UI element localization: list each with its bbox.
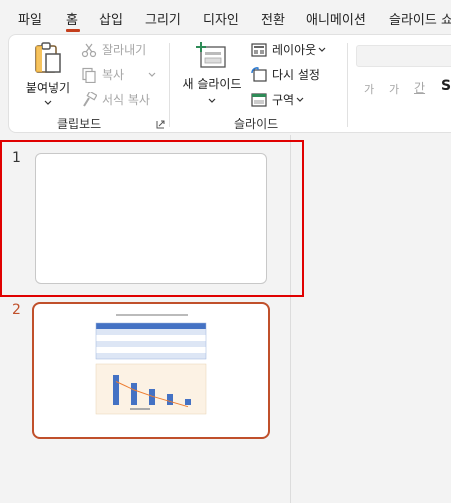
preview-bar [131, 383, 137, 405]
paste-label: 붙여넣기 [25, 81, 71, 95]
tab-transitions[interactable]: 전환 [261, 9, 285, 28]
slide-number: 2 [12, 302, 21, 318]
group-separator [169, 43, 170, 127]
tab-draw[interactable]: 그리기 [145, 9, 181, 28]
paste-button[interactable]: 붙여넣기 [23, 41, 73, 111]
format-painter-button[interactable]: 서식 복사 [81, 91, 150, 108]
preview-bar [167, 394, 173, 405]
section-button[interactable]: 구역 [251, 91, 304, 108]
preview-table-header [96, 323, 206, 329]
grow-font-button[interactable]: 가 [364, 81, 374, 97]
ganji-button[interactable]: 간 [414, 79, 425, 96]
reset-slide-icon [251, 66, 267, 82]
shrink-font-button[interactable]: 가 [389, 81, 399, 97]
tab-insert[interactable]: 삽입 [99, 9, 123, 28]
slide-thumbnail-2[interactable] [32, 302, 270, 439]
new-slide-icon [196, 42, 226, 68]
font-name-box[interactable] [356, 45, 451, 67]
group-separator [347, 43, 348, 127]
cut-button[interactable]: 잘라내기 [81, 41, 146, 58]
tab-design[interactable]: 디자인 [203, 9, 239, 28]
clipboard-group-label: 클립보드 [57, 117, 102, 131]
preview-table-row [96, 341, 206, 347]
chevron-down-icon [296, 97, 304, 102]
layout-button[interactable]: 레이아웃 [251, 41, 326, 58]
layout-icon [251, 42, 267, 57]
preview-table-row [96, 353, 206, 359]
new-slide-button[interactable]: 새 슬라이드 [177, 41, 247, 111]
slides-group-label: 슬라이드 [234, 117, 279, 131]
selection-highlight [0, 140, 304, 297]
copy-button[interactable]: 복사 [81, 66, 156, 83]
layout-label: 레이아웃 [272, 43, 317, 57]
ribbon: 붙여넣기 잘라내기 복사 서식 복사 클립보드 새 슬라이드 레이아웃 다시 설… [8, 34, 451, 133]
dialog-launcher-icon[interactable] [156, 120, 165, 129]
strikethrough-button[interactable]: S [441, 78, 451, 94]
preview-table-row [96, 335, 206, 341]
tab-slideshow[interactable]: 슬라이드 쇼 [389, 9, 451, 28]
section-label: 구역 [272, 93, 295, 107]
preview-table-row [96, 329, 206, 335]
copy-icon [82, 67, 96, 83]
preview-title [116, 314, 188, 316]
preview-bar [185, 399, 191, 405]
section-icon [251, 92, 267, 107]
menu-bar: 파일 홈 삽입 그리기 디자인 전환 애니메이션 슬라이드 쇼 [0, 0, 451, 34]
new-slide-label: 새 슬라이드 [182, 77, 242, 91]
tab-file[interactable]: 파일 [18, 9, 42, 28]
preview-chart-legend [130, 408, 150, 410]
chevron-down-icon [208, 98, 216, 103]
chevron-down-icon [44, 100, 52, 105]
preview-table-row [96, 347, 206, 353]
preview-bar [113, 375, 119, 405]
tab-animations[interactable]: 애니메이션 [306, 9, 366, 28]
active-tab-indicator [66, 29, 80, 32]
clipboard-paste-icon [35, 42, 61, 73]
reset-label: 다시 설정 [272, 68, 320, 82]
reset-button[interactable]: 다시 설정 [251, 66, 320, 83]
cut-label: 잘라내기 [102, 43, 147, 57]
chevron-down-icon [148, 72, 156, 77]
slide-2-preview [95, 314, 207, 415]
tab-home[interactable]: 홈 [66, 9, 78, 28]
copy-label: 복사 [102, 68, 125, 82]
format-painter-label: 서식 복사 [102, 93, 150, 107]
paintbrush-icon [83, 91, 97, 107]
scissors-icon [81, 43, 97, 57]
chevron-down-icon [318, 47, 326, 52]
